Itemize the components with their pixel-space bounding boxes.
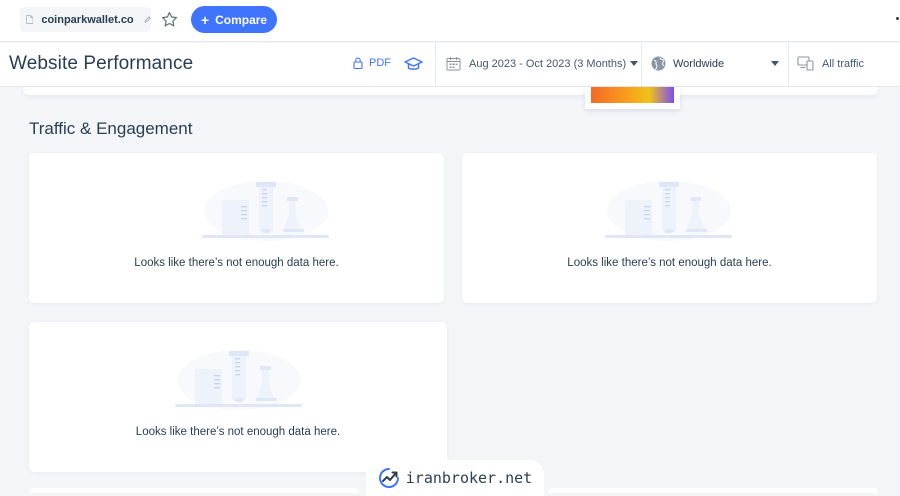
globe-icon <box>651 56 666 71</box>
section-title: Traffic & Engagement <box>29 119 193 138</box>
traffic-filter[interactable]: All traffic <box>797 56 864 71</box>
date-range-label: Aug 2023 - Oct 2023 (3 Months) <box>469 57 627 70</box>
next-card <box>548 488 878 493</box>
next-card <box>29 488 359 493</box>
site-chip[interactable]: coinparkwallet.co <box>20 7 151 32</box>
doc-icon <box>26 15 34 24</box>
no-data-card: Looks like there’s not enough data here. <box>29 322 447 472</box>
header-bar: Website Performance PDF Aug 2023 - Oct 2… <box>0 43 900 87</box>
no-data-illustration <box>605 181 732 241</box>
no-data-message: Looks like there’s not enough data here. <box>567 257 772 269</box>
star-icon[interactable] <box>161 11 178 28</box>
devices-icon <box>797 56 814 71</box>
page-title: Website Performance <box>9 53 194 74</box>
promo-image <box>591 87 674 103</box>
pdf-label: PDF <box>369 57 391 69</box>
previous-card <box>23 87 878 95</box>
no-data-illustration <box>175 350 302 410</box>
geo-filter[interactable]: Worldwide <box>651 56 779 71</box>
pencil-icon[interactable] <box>144 14 151 25</box>
divider <box>788 43 789 87</box>
no-data-message: Looks like there’s not enough data here. <box>135 426 341 438</box>
no-data-card: Looks like there’s not enough data here. <box>29 153 444 303</box>
calendar-icon <box>446 57 461 71</box>
geo-label: Worldwide <box>673 57 725 70</box>
more-dot[interactable] <box>896 17 899 20</box>
watermark: iranbroker.net <box>366 460 544 496</box>
compare-label: Compare <box>215 12 268 27</box>
no-data-illustration <box>202 181 329 241</box>
traffic-label: All traffic <box>822 57 864 70</box>
watermark-text: iranbroker.net <box>405 469 533 487</box>
divider <box>435 43 436 87</box>
no-data-message: Looks like there’s not enough data here. <box>134 257 339 269</box>
chevron-down-icon <box>771 61 779 66</box>
trend-logo-icon <box>378 468 399 488</box>
divider <box>641 43 642 87</box>
compare-button[interactable]: + Compare <box>191 6 277 33</box>
promo-banner[interactable] <box>585 87 680 109</box>
site-name: coinparkwallet.co <box>41 13 134 26</box>
graduation-cap-icon[interactable] <box>404 56 423 72</box>
plus-icon: + <box>200 11 210 28</box>
pdf-button[interactable]: PDF <box>353 57 391 69</box>
top-bar: coinparkwallet.co + Compare <box>0 0 900 42</box>
no-data-card: Looks like there’s not enough data here. <box>462 153 877 303</box>
chevron-down-icon <box>630 61 639 66</box>
date-range-filter[interactable]: Aug 2023 - Oct 2023 (3 Months) <box>446 56 639 71</box>
lock-icon <box>353 57 363 69</box>
